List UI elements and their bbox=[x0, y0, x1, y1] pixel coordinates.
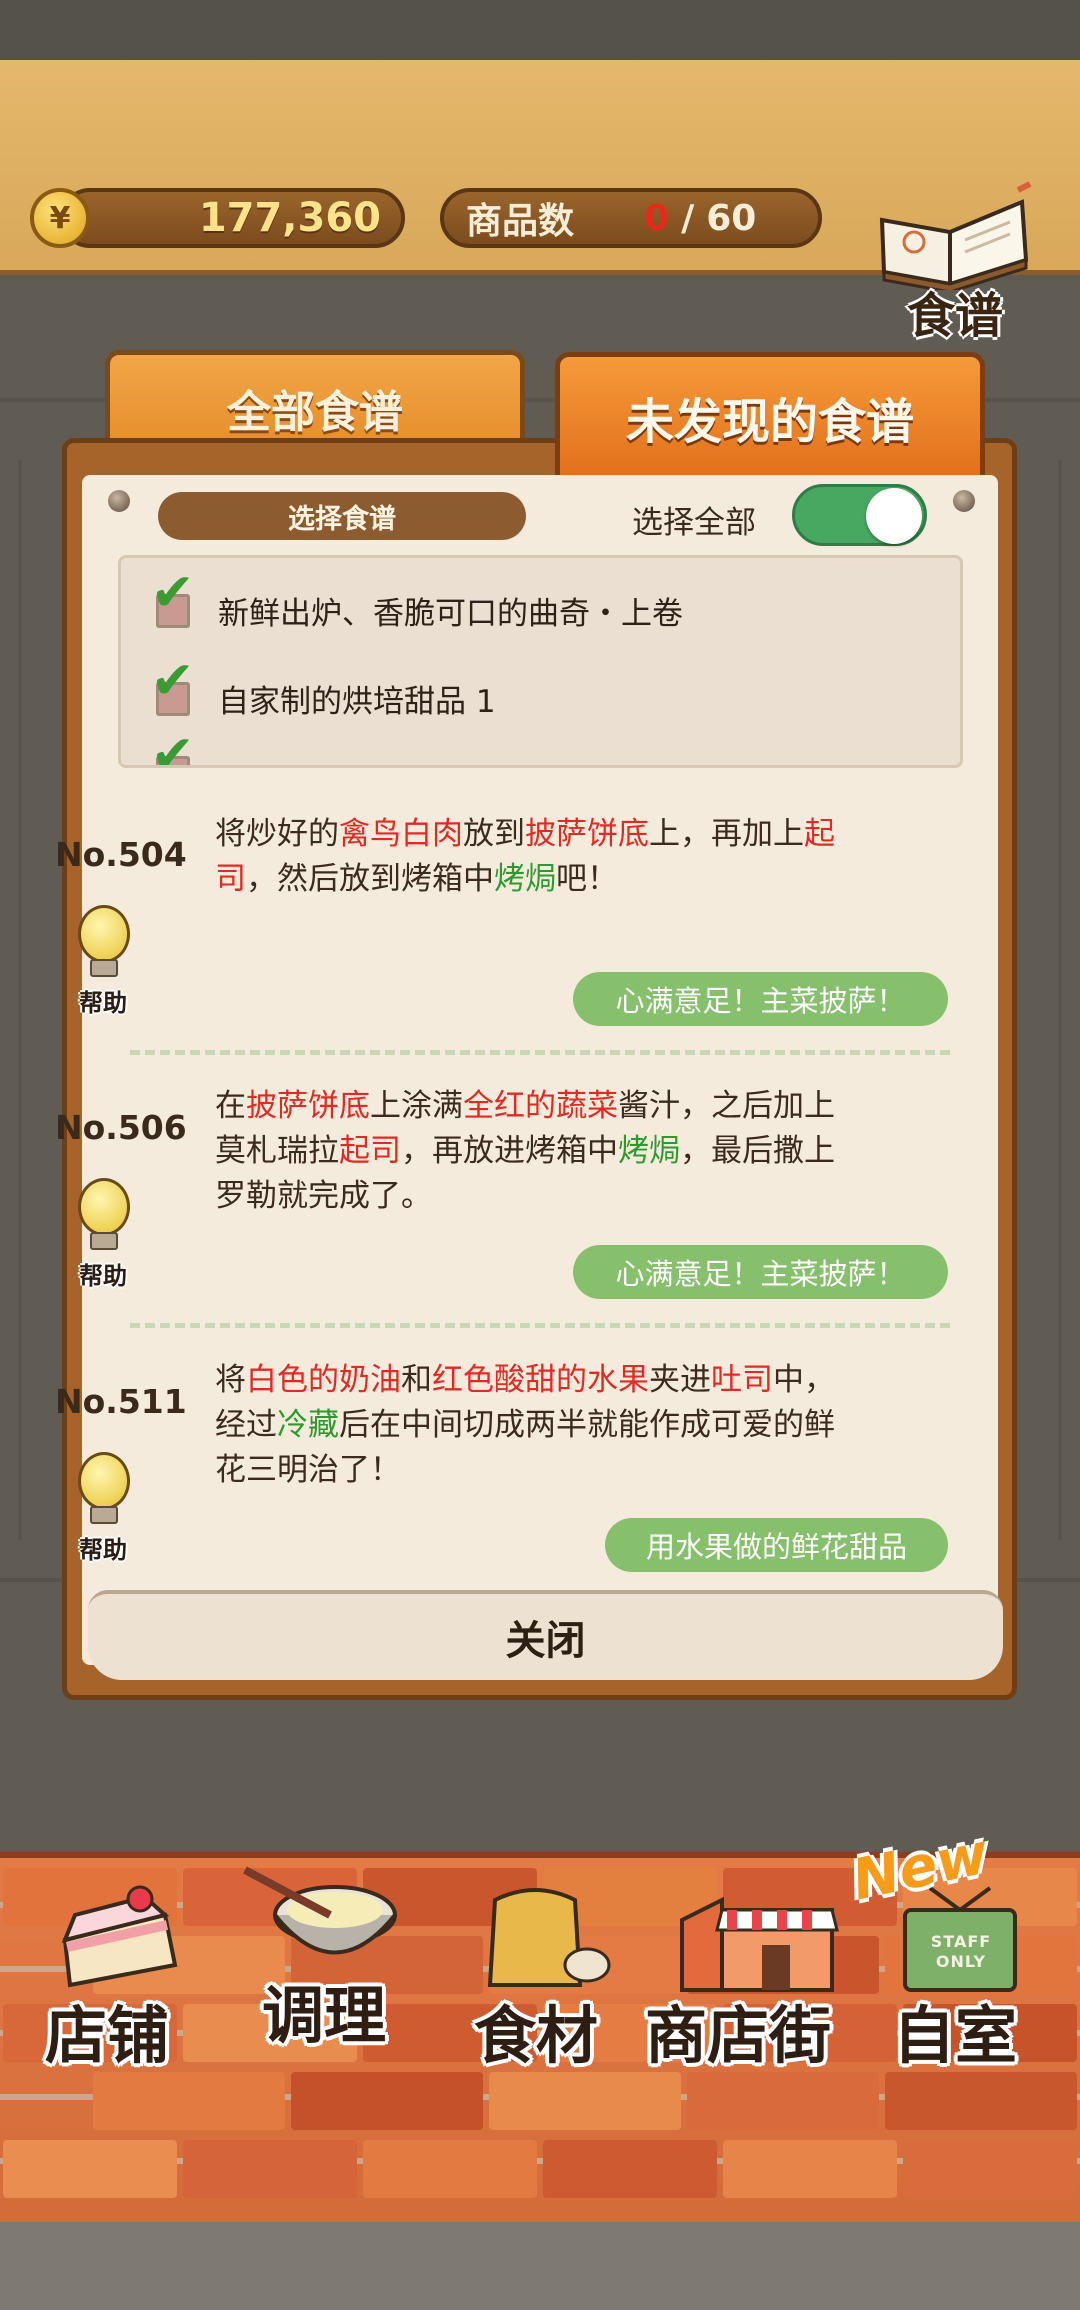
yen-coin-icon: ¥ bbox=[30, 188, 90, 248]
toggle-knob bbox=[866, 488, 922, 544]
money-value: 177,360 bbox=[198, 195, 381, 241]
recipe-keyword: 全红的蔬菜 bbox=[463, 1088, 618, 1124]
recipe-keyword: 禽鸟白肉 bbox=[339, 816, 463, 852]
ingredient-bag-icon bbox=[487, 1888, 611, 1987]
nav-my-room-label: 自室 bbox=[893, 1999, 1018, 2072]
filter-item[interactable]: ✔ 新鲜出炉、香脆可口的曲奇・上卷 bbox=[151, 567, 683, 633]
checkmark-icon: ✔ bbox=[151, 562, 195, 623]
help-label: 帮助 bbox=[79, 1262, 127, 1290]
recipe-text: 和 bbox=[401, 1362, 432, 1398]
lightbulb-icon bbox=[78, 1178, 130, 1236]
recipe-text: 放到 bbox=[463, 816, 525, 852]
status-bar bbox=[0, 0, 1080, 60]
help-button[interactable]: 帮助 bbox=[68, 905, 138, 1017]
recipe-book-button[interactable]: 食谱 bbox=[870, 180, 1040, 344]
help-label: 帮助 bbox=[79, 989, 127, 1017]
recipe-keyword: 起司 bbox=[339, 1133, 401, 1169]
recipe-text: 将炒好的 bbox=[215, 816, 339, 852]
tab-undiscovered-recipes[interactable]: 未发现的食谱 bbox=[555, 352, 985, 477]
checkbox[interactable]: ✔ bbox=[151, 655, 195, 716]
recipe-category-tag: 用水果做的鲜花甜品 bbox=[605, 1518, 948, 1572]
recipe-description: 将白色的奶油和红色酸甜的水果夹进吐司中，经过冷藏后在中间切成两半就能作成可爱的鲜… bbox=[215, 1358, 865, 1493]
recipe-keyword: 披萨饼底 bbox=[525, 816, 649, 852]
pin-icon bbox=[108, 490, 130, 512]
filter-item[interactable]: ✔ bbox=[151, 729, 218, 765]
help-label: 帮助 bbox=[79, 1536, 127, 1564]
product-count-current: 0 bbox=[644, 197, 670, 239]
recipe-number: No.506 bbox=[55, 1108, 187, 1147]
recipe-keyword: 吐司 bbox=[711, 1362, 773, 1398]
divider bbox=[130, 1050, 950, 1055]
checkbox[interactable]: ✔ bbox=[151, 567, 195, 628]
lightbulb-icon bbox=[78, 905, 130, 963]
pin-icon bbox=[953, 490, 975, 512]
mixing-bowl-icon bbox=[243, 1866, 397, 1955]
recipe-keyword: 烤焗 bbox=[618, 1133, 680, 1169]
nav-cooking-label: 调理 bbox=[262, 1979, 387, 2052]
recipe-text: ，再放进烤箱中 bbox=[401, 1133, 618, 1169]
recipe-book-label: 食谱 bbox=[906, 288, 1003, 344]
checkmark-icon: ✔ bbox=[151, 725, 195, 768]
checkmark-icon: ✔ bbox=[151, 650, 195, 711]
close-button[interactable]: 关闭 bbox=[88, 1590, 1003, 1680]
money-display: 177,360 bbox=[60, 188, 405, 248]
product-count-separator: / bbox=[681, 197, 695, 239]
recipe-text: 吧！ bbox=[556, 861, 618, 897]
checkbox[interactable]: ✔ bbox=[151, 729, 195, 765]
recipe-filter-list[interactable]: ✔ 新鲜出炉、香脆可口的曲奇・上卷 ✔ 自家制的烘培甜品 1 ✔ bbox=[118, 555, 963, 768]
recipe-text: ，然后放到烤箱中 bbox=[246, 861, 494, 897]
recipe-keyword: 冷藏 bbox=[277, 1407, 339, 1443]
recipe-text: 夹进 bbox=[649, 1362, 711, 1398]
product-count-display: 商品数 0 / 60 bbox=[440, 188, 822, 248]
recipe-description: 将炒好的禽鸟白肉放到披萨饼底上，再加上起司，然后放到烤箱中烤焗吧！ bbox=[215, 812, 865, 902]
nav-shop-label: 店铺 bbox=[45, 1999, 170, 2072]
lightbulb-icon bbox=[78, 1452, 130, 1510]
divider bbox=[130, 1323, 950, 1328]
recipe-category-tag: 心满意足！主菜披萨！ bbox=[573, 1245, 948, 1299]
bottom-ground bbox=[0, 2222, 1080, 2310]
recipe-number: No.504 bbox=[55, 835, 187, 874]
shop-building-icon bbox=[680, 1896, 839, 1992]
product-count-total: 60 bbox=[706, 197, 757, 239]
recipe-keyword: 红色酸甜的水果 bbox=[432, 1362, 649, 1398]
recipe-keyword: 白色的奶油 bbox=[246, 1362, 401, 1398]
select-all-label: 选择全部 bbox=[632, 505, 756, 541]
nav-shopping-street-label: 商店街 bbox=[645, 1999, 832, 2072]
select-all-toggle[interactable] bbox=[792, 484, 927, 546]
recipe-text: 将 bbox=[215, 1362, 246, 1398]
help-button[interactable]: 帮助 bbox=[68, 1178, 138, 1290]
recipe-text: 在 bbox=[215, 1088, 246, 1124]
nav-ingredients-label: 食材 bbox=[474, 1999, 599, 2072]
recipe-description: 在披萨饼底上涂满全红的蔬菜酱汁，之后加上莫札瑞拉起司，再放进烤箱中烤焗，最后撒上… bbox=[215, 1084, 865, 1219]
recipe-text: 上涂满 bbox=[370, 1088, 463, 1124]
recipe-keyword: 披萨饼底 bbox=[246, 1088, 370, 1124]
cake-icon bbox=[61, 1885, 178, 1988]
recipe-category-tag: 心满意足！主菜披萨！ bbox=[573, 972, 948, 1026]
recipe-keyword: 烤焗 bbox=[494, 861, 556, 897]
filter-item-label: 新鲜出炉、香脆可口的曲奇・上卷 bbox=[218, 596, 683, 632]
select-recipe-label: 选择食谱 bbox=[158, 492, 526, 540]
recipe-number: No.511 bbox=[55, 1382, 187, 1421]
recipe-book-icon bbox=[879, 181, 1032, 290]
filter-item-label: 自家制的烘培甜品 1 bbox=[218, 684, 496, 720]
product-count-label: 商品数 bbox=[466, 201, 575, 242]
help-button[interactable]: 帮助 bbox=[68, 1452, 138, 1564]
staff-only-sign: STAFF ONLY bbox=[930, 1932, 992, 1971]
recipe-text: 上，再加上 bbox=[649, 816, 804, 852]
filter-item[interactable]: ✔ 自家制的烘培甜品 1 bbox=[151, 655, 496, 721]
